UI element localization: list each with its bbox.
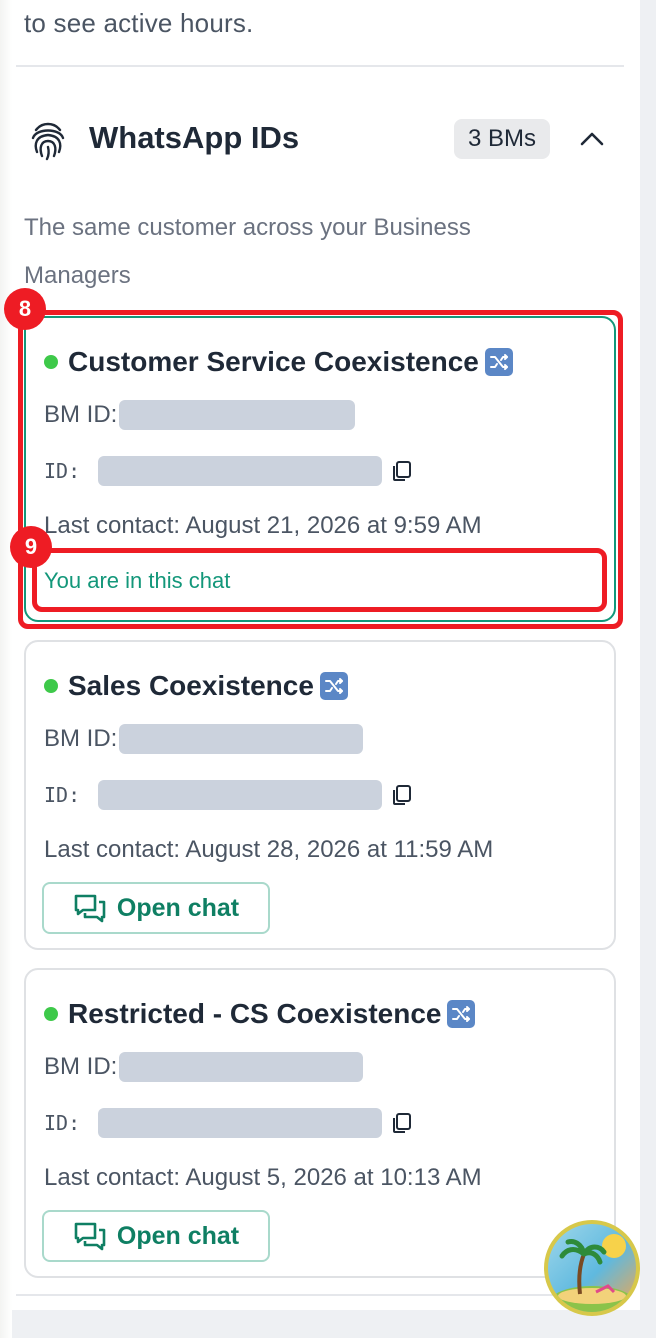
chat-bubbles-icon	[74, 894, 106, 923]
bm-card-restricted: Restricted - CS Coexistence BM ID: ID: L…	[24, 968, 616, 1278]
id-label: ID:	[44, 783, 81, 807]
bm-id-redacted	[119, 724, 364, 754]
bm-count-badge: 3 BMs	[454, 119, 550, 159]
open-chat-button[interactable]: Open chat	[42, 1210, 270, 1262]
current-chat-status: You are in this chat	[44, 568, 231, 593]
bm-id-redacted	[119, 400, 356, 430]
last-contact: Last contact: August 5, 2026 at 10:13 AM	[44, 1164, 482, 1191]
section-title: WhatsApp IDs	[89, 120, 300, 155]
bm-id-label: BM ID:	[44, 1053, 118, 1080]
bm-card-customer-service: Customer Service Coexistence BM ID: ID: …	[24, 316, 616, 622]
marker-9: 9	[10, 526, 52, 568]
id-redacted	[98, 1108, 382, 1138]
bm-id-redacted	[119, 1052, 364, 1082]
id-label: ID:	[44, 1111, 81, 1135]
last-contact: Last contact: August 21, 2026 at 9:59 AM	[44, 512, 482, 539]
copy-icon[interactable]	[390, 783, 414, 807]
open-chat-label: Open chat	[116, 1221, 240, 1250]
card-title: Customer Service Coexistence	[68, 346, 479, 377]
open-chat-label: Open chat	[116, 893, 240, 922]
open-chat-button[interactable]: Open chat	[42, 882, 270, 934]
card-title: Restricted - CS Coexistence	[68, 998, 442, 1029]
id-redacted	[98, 780, 382, 810]
shuffle-icon	[319, 672, 348, 700]
bm-id-label: BM ID:	[44, 401, 118, 428]
copy-icon[interactable]	[390, 459, 414, 483]
divider	[16, 1294, 624, 1296]
online-dot	[44, 679, 58, 693]
fingerprint-icon	[31, 122, 65, 161]
copy-icon[interactable]	[390, 1111, 414, 1135]
card-title: Sales Coexistence	[68, 670, 314, 701]
bm-id-label: BM ID:	[44, 725, 118, 752]
shuffle-icon	[484, 348, 513, 376]
bm-card-sales: Sales Coexistence BM ID: ID: Last contac…	[24, 640, 616, 950]
online-dot	[44, 355, 58, 369]
section-subtitle: The same customer across your Business M…	[24, 214, 471, 289]
avatar[interactable]	[544, 1220, 640, 1316]
divider	[16, 65, 624, 67]
chevron-up-icon[interactable]	[579, 126, 605, 152]
marker-8: 8	[4, 288, 46, 330]
page-background	[640, 0, 656, 1338]
active-hours-hint: to see active hours.	[24, 8, 254, 38]
id-redacted	[98, 456, 382, 486]
chat-bubbles-icon	[74, 1222, 106, 1251]
panel-edge	[0, 0, 12, 1338]
last-contact: Last contact: August 28, 2026 at 11:59 A…	[44, 836, 494, 863]
online-dot	[44, 1007, 58, 1021]
whatsapp-ids-header[interactable]: WhatsApp IDs 3 BMs	[26, 112, 626, 166]
id-label: ID:	[44, 459, 81, 483]
shuffle-icon	[447, 1000, 476, 1028]
